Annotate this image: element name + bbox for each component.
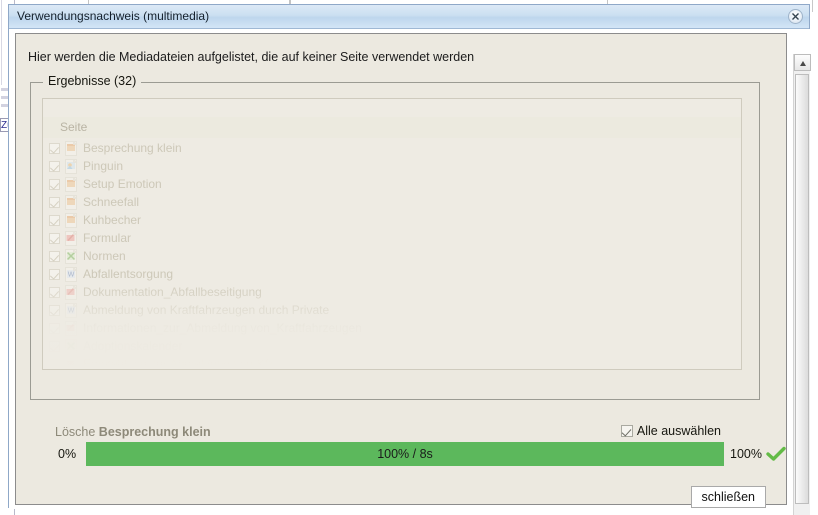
powerpoint-file-icon — [64, 194, 79, 210]
pdf-file-icon — [64, 284, 79, 300]
word-file-icon: W — [64, 266, 79, 282]
row-label: Kuhbecher — [83, 213, 142, 227]
green-check-icon — [766, 446, 786, 461]
row-label: Normen — [83, 249, 126, 263]
screen: Zu Verwendungsnachweis (multimedia) Hier… — [0, 0, 818, 515]
delete-prefix-label: Lösche — [55, 425, 96, 439]
table-row[interactable]: Schneefall — [43, 193, 741, 211]
delete-status-line: Lösche Besprechung klein — [55, 425, 211, 439]
svg-text:W: W — [68, 271, 75, 278]
row-checkbox[interactable] — [49, 286, 60, 298]
content-pane: Hier werden die Mediadateien aufgelistet… — [15, 33, 787, 508]
scrollbar-thumb[interactable] — [795, 74, 809, 504]
dialog-window: Verwendungsnachweis (multimedia) Hier we… — [8, 4, 811, 515]
row-label: Informationen_zur_Abmeldung von_Kraftfah… — [83, 321, 362, 335]
pdf-file-icon — [64, 230, 79, 246]
table-row[interactable]: Kuhbecher — [43, 211, 741, 229]
schliessen-button[interactable]: schließen — [690, 486, 766, 508]
row-label: Besprechung klein — [83, 141, 182, 155]
close-window-button[interactable] — [788, 9, 803, 24]
background-divider — [1, 0, 2, 85]
results-legend: Ergebnisse (32) — [43, 74, 142, 88]
table-row[interactable]: W Abmeldung von Kraftfahrzeugen durch Pri… — [43, 301, 741, 319]
table-row[interactable]: Besprechung klein — [43, 139, 741, 157]
table-row[interactable]: Setup Emotion — [43, 175, 741, 193]
intro-text: Hier werden die Mediadateien aufgelistet… — [28, 50, 475, 64]
table-row[interactable]: W Abfallentsorgung — [43, 265, 741, 283]
table-row[interactable]: Normen — [43, 247, 741, 265]
table-row[interactable]: Adoptionskalender — [43, 337, 741, 355]
row-label: Schneefall — [83, 195, 140, 209]
powerpoint-file-icon — [64, 176, 79, 192]
row-label: Abmeldung von Kraftfahrzeugen durch Priv… — [83, 303, 330, 317]
row-checkbox[interactable] — [49, 304, 60, 316]
row-label: Formular — [83, 231, 132, 245]
progress-max-label: 100% — [730, 447, 762, 461]
progress-center-label: 100% / 8s — [377, 447, 433, 461]
row-checkbox[interactable] — [49, 196, 60, 208]
dialog-body: Hier werden die Mediadateien aufgelistet… — [9, 29, 811, 515]
scroll-up-arrow-icon — [800, 61, 806, 66]
background-divider — [812, 0, 813, 12]
dialog-title: Verwendungsnachweis (multimedia) — [17, 9, 210, 23]
row-label: Abfallentsorgung — [83, 267, 174, 281]
table-row[interactable]: Empfehlung zur Abmeldung von Kfz — [43, 355, 741, 370]
row-checkbox[interactable] — [49, 358, 60, 369]
row-checkbox[interactable] — [49, 160, 60, 172]
excel-file-icon — [64, 338, 79, 354]
table-row[interactable]: Formular — [43, 229, 741, 247]
svg-text:W: W — [68, 307, 75, 314]
scroll-up-button[interactable] — [794, 54, 811, 71]
pdf-file-icon — [64, 356, 79, 369]
excel-file-icon — [64, 248, 79, 264]
row-checkbox[interactable] — [49, 322, 60, 334]
row-checkbox[interactable] — [49, 340, 60, 352]
dialog-titlebar: Verwendungsnachweis (multimedia) — [9, 5, 809, 29]
select-all-control[interactable]: Alle auswählen — [620, 424, 721, 438]
row-label: Adoptionskalender — [83, 339, 183, 353]
close-icon — [792, 13, 799, 20]
powerpoint-file-icon — [64, 212, 79, 228]
delete-target-label: Besprechung klein — [98, 425, 211, 439]
row-checkbox[interactable] — [49, 250, 60, 262]
row-label: Pinguin — [83, 159, 124, 173]
pdf-file-icon — [64, 320, 79, 336]
image-file-icon — [64, 158, 79, 174]
powerpoint-file-icon — [64, 140, 79, 156]
progress-area: 0% 100% / 8s 100% — [44, 442, 786, 468]
row-checkbox[interactable] — [49, 232, 60, 244]
column-header-seite: Seite — [60, 120, 88, 134]
vertical-scrollbar[interactable] — [793, 54, 811, 515]
row-checkbox[interactable] — [49, 268, 60, 280]
row-checkbox[interactable] — [49, 214, 60, 226]
list-header-row: Seite — [43, 117, 741, 138]
table-row[interactable]: Pinguin — [43, 157, 741, 175]
word-file-icon: W — [64, 302, 79, 318]
row-label: Setup Emotion — [83, 177, 162, 191]
results-fieldset: Ergebnisse (32) Seite Besprechung klein P… — [30, 74, 760, 439]
select-all-label: Alle auswählen — [636, 424, 721, 438]
table-row[interactable]: Informationen_zur_Abmeldung von_Kraftfah… — [43, 319, 741, 337]
row-label: Empfehlung zur Abmeldung von Kfz — [83, 357, 274, 370]
progress-min-label: 0% — [58, 447, 77, 461]
row-checkbox[interactable] — [49, 178, 60, 190]
results-list-panel[interactable]: Seite Besprechung klein Pinguin Setup Emot… — [42, 98, 742, 370]
row-checkbox[interactable] — [49, 142, 60, 154]
row-label: Dokumentation_Abfallbeseitigung — [83, 285, 262, 299]
table-row[interactable]: Dokumentation_Abfallbeseitigung — [43, 283, 741, 301]
results-list[interactable]: Besprechung klein Pinguin Setup Emotion Sch… — [43, 139, 741, 370]
progress-track: 100% / 8s — [86, 442, 724, 466]
select-all-checkbox[interactable] — [620, 425, 633, 437]
